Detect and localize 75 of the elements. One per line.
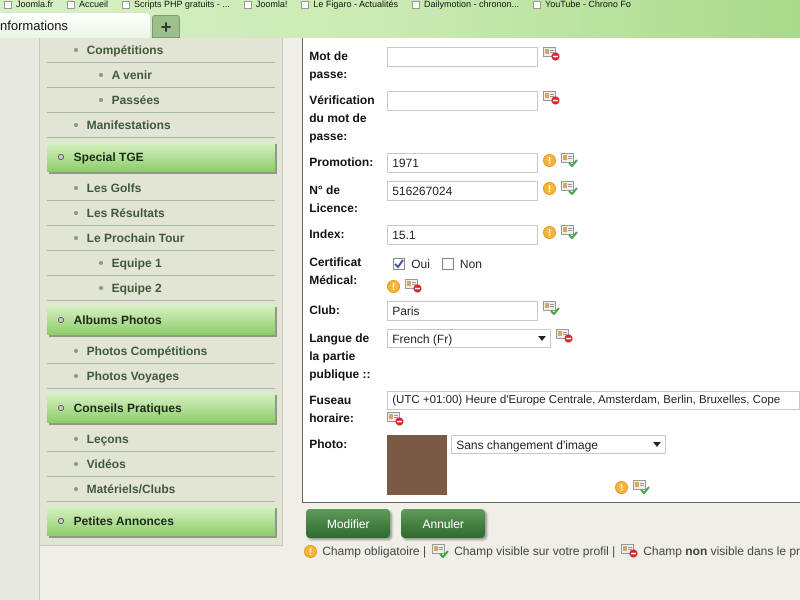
legend-text: Champ obligatoire | <box>322 543 426 560</box>
menu-link[interactable]: Les Golfs <box>46 176 276 201</box>
menu-link[interactable]: Photos Voyages <box>46 364 276 389</box>
card-check-icon <box>561 153 578 167</box>
checkbox-option[interactable]: Non <box>442 255 482 273</box>
dropdown[interactable]: (UTC +01:00) Heure d'Europe Centrale, Amsterdam, Berlin, Bruxelles, Cope <box>387 391 800 410</box>
bookmark[interactable]: Dailymotion - chronon... <box>412 0 520 9</box>
exclamation-icon <box>543 182 556 194</box>
card-minus-icon <box>621 544 638 558</box>
menu-link[interactable]: Le Prochain Tour <box>46 226 276 251</box>
card-check-icon <box>561 225 578 239</box>
field-label: Fuseau horaire: <box>309 392 355 427</box>
menu-link[interactable]: Les Résultats <box>46 201 276 226</box>
dropdown[interactable]: Sans changement d'image <box>451 435 666 454</box>
caret-icon <box>653 442 662 447</box>
text-field[interactable]: 15.1 <box>387 225 538 245</box>
menu-link[interactable]: Matériels/Clubs <box>46 477 276 502</box>
bookmark[interactable]: Scripts PHP gratuits - ... <box>122 0 230 9</box>
menu-section-header[interactable]: Special TGE <box>46 142 276 172</box>
card-check-icon <box>561 181 578 195</box>
exclamation-icon <box>615 480 628 494</box>
caret-icon <box>538 336 546 341</box>
card-minus-icon <box>543 47 560 61</box>
field-label: Vérification du mot de passe: <box>309 92 376 145</box>
browser-tab[interactable]: nformations <box>0 13 150 38</box>
exclamation-icon <box>543 226 556 238</box>
menu-link[interactable]: A venir <box>46 63 276 88</box>
field-label: Certificat Médical: <box>309 254 362 289</box>
card-check-icon <box>633 480 650 494</box>
menu-link[interactable]: Photos Compétitions <box>46 339 276 364</box>
card-minus-icon <box>556 329 574 343</box>
bookmark[interactable]: Le Figaro - Actualités <box>301 0 398 9</box>
text-field[interactable]: Paris <box>387 301 538 321</box>
menu-section-header[interactable]: Petites Annonces <box>46 506 276 536</box>
photo-placeholder <box>387 435 448 495</box>
bookmark[interactable]: Joomla.fr <box>4 0 54 9</box>
menu-section-header[interactable]: Conseils Pratiques <box>46 393 276 423</box>
menu-link[interactable]: Passées <box>46 88 276 113</box>
field-label: Photo: <box>309 436 348 453</box>
text-field[interactable]: 1971 <box>387 153 538 173</box>
menu-link[interactable]: Leçons <box>46 427 276 452</box>
legend-text: Champ visible sur votre profil | <box>454 543 616 560</box>
menu-section-header[interactable]: Albums Photos <box>46 305 276 335</box>
dropdown[interactable]: French (Fr) <box>387 329 552 348</box>
field-label: Index: <box>309 226 346 243</box>
exclamation-icon <box>387 280 400 292</box>
exclamation-icon <box>304 544 318 558</box>
legend-text: Champ non visible dans le pr <box>643 543 800 560</box>
new-tab-button[interactable]: + <box>152 15 180 38</box>
exclamation-icon <box>543 154 556 166</box>
bookmark[interactable]: YouTube - Chrono Fo <box>533 0 631 9</box>
checkbox-option[interactable]: Oui <box>393 255 430 273</box>
card-minus-icon <box>387 412 404 426</box>
field-label: Club: <box>309 302 341 319</box>
card-minus-icon <box>543 91 560 105</box>
form-button[interactable]: Annuler <box>401 509 486 538</box>
field-label: Mot de passe: <box>309 48 349 83</box>
field-label: N° de Licence: <box>309 182 359 217</box>
menu-link[interactable]: Equipe 1 <box>46 251 276 276</box>
text-field[interactable]: 516267024 <box>387 181 538 201</box>
bookmark[interactable]: Accueil <box>67 0 108 9</box>
bookmark[interactable]: Joomla! <box>244 0 288 9</box>
card-check-icon <box>432 544 450 558</box>
menu-link[interactable]: Vidéos <box>46 452 276 477</box>
card-minus-icon <box>405 279 422 293</box>
menu-link[interactable]: Compétitions <box>46 38 276 63</box>
text-field[interactable] <box>387 91 538 111</box>
text-field[interactable] <box>387 47 538 67</box>
card-check-icon <box>543 301 560 315</box>
check-icon <box>394 259 404 269</box>
field-label: Langue de la partie publique :: <box>309 330 372 383</box>
menu-link[interactable]: Manifestations <box>46 113 276 138</box>
form-button[interactable]: Modifier <box>306 509 390 538</box>
menu-link[interactable]: Equipe 2 <box>46 276 276 301</box>
field-label: Promotion: <box>309 154 374 171</box>
